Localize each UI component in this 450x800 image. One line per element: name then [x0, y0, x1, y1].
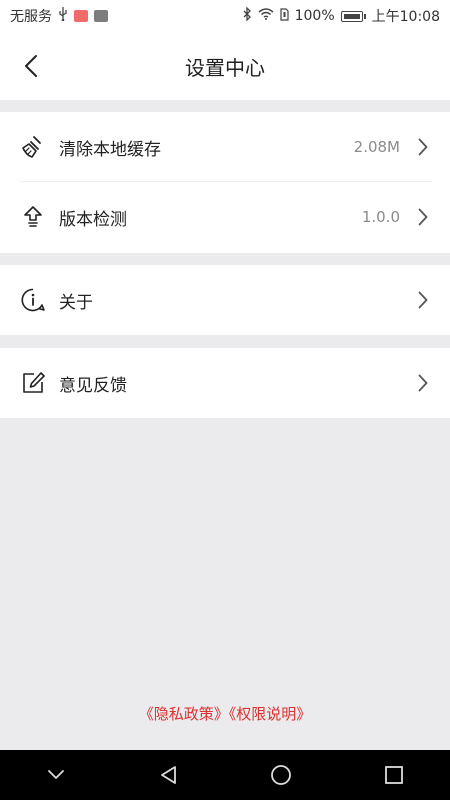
- broom-icon: [20, 134, 46, 160]
- section-feedback: 意见反馈: [0, 348, 450, 418]
- wifi-icon: [258, 8, 274, 24]
- header: 设置中心: [0, 32, 450, 100]
- nav-collapse-button[interactable]: [36, 755, 76, 795]
- status-right: 100% 上午10:08: [243, 6, 440, 26]
- status-left: 无服务: [10, 6, 108, 26]
- info-icon: [20, 287, 46, 313]
- carrier-text: 无服务: [10, 9, 52, 25]
- chevron-right-icon: [416, 137, 430, 157]
- square-recents-icon: [384, 766, 403, 784]
- battery-percent: 100%: [294, 8, 335, 24]
- navigation-bar: [0, 750, 450, 800]
- clear-cache-label: 清除本地缓存: [59, 139, 161, 160]
- version-check-label: 版本检测: [59, 209, 127, 230]
- circle-home-icon: [271, 765, 292, 785]
- nav-back-button[interactable]: [149, 755, 189, 795]
- permissions-link[interactable]: 《权限说明》: [229, 705, 312, 723]
- app-notification-icon: [74, 10, 88, 22]
- upload-arrow-icon: [20, 204, 46, 230]
- usb-icon: [58, 7, 68, 25]
- chevron-right-icon: [416, 290, 430, 310]
- hms-notification-icon: [94, 10, 108, 22]
- screen: 无服务 100% 上午10:08 设置中心 清除本地缓存 2.08M 版本检测 …: [0, 0, 450, 800]
- section-cache-version: 清除本地缓存 2.08M 版本检测 1.0.0: [0, 112, 450, 253]
- chevron-left-icon: [25, 55, 37, 77]
- edit-icon: [20, 370, 46, 396]
- triangle-back-icon: [160, 766, 176, 784]
- clear-cache-row[interactable]: 清除本地缓存 2.08M: [0, 112, 450, 182]
- privacy-policy-link[interactable]: 《隐私政策》: [139, 705, 229, 723]
- nav-recents-button[interactable]: [374, 755, 414, 795]
- chevron-down-icon: [48, 770, 65, 779]
- sim-icon: [280, 7, 289, 25]
- feedback-row[interactable]: 意见反馈: [0, 348, 450, 418]
- status-bar: 无服务 100% 上午10:08: [0, 0, 450, 32]
- battery-icon: [340, 10, 366, 22]
- nav-home-button[interactable]: [261, 755, 301, 795]
- feedback-label: 意见反馈: [59, 375, 127, 396]
- about-row[interactable]: 关于: [0, 265, 450, 335]
- bluetooth-icon: [243, 6, 252, 25]
- cache-size-value: 2.08M: [353, 138, 400, 156]
- about-label: 关于: [59, 292, 93, 313]
- page-title: 设置中心: [185, 55, 265, 80]
- back-button[interactable]: [14, 49, 48, 83]
- chevron-right-icon: [416, 373, 430, 393]
- section-about: 关于: [0, 265, 450, 335]
- version-value: 1.0.0: [361, 208, 400, 226]
- version-check-row[interactable]: 版本检测 1.0.0: [0, 182, 450, 252]
- chevron-right-icon: [416, 207, 430, 227]
- footer-links: 《隐私政策》《权限说明》: [0, 703, 450, 724]
- clock: 上午10:08: [371, 9, 440, 25]
